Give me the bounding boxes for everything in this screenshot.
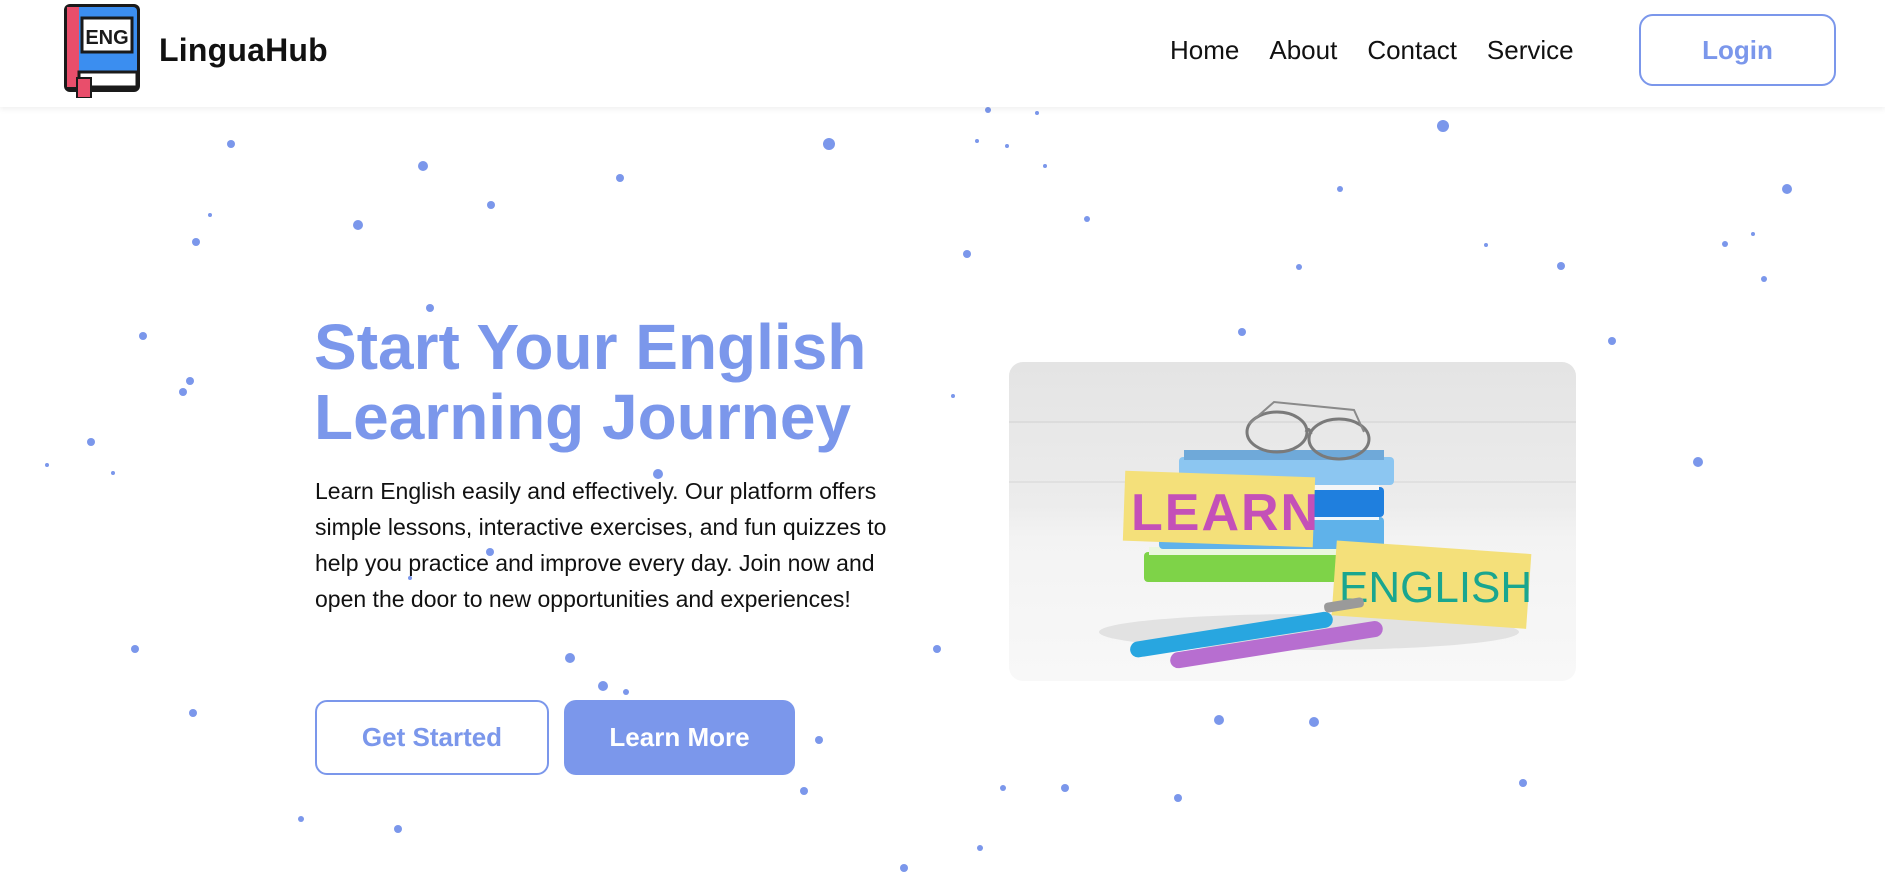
particle-dot bbox=[298, 816, 304, 822]
particle-dot bbox=[131, 645, 139, 653]
particle-dot bbox=[985, 107, 991, 113]
particle-dot bbox=[1437, 120, 1449, 132]
particle-dot bbox=[189, 709, 197, 717]
particle-dot bbox=[1043, 164, 1047, 168]
particle-dot bbox=[963, 250, 971, 258]
particle-dot bbox=[179, 388, 187, 396]
particle-dot bbox=[208, 213, 212, 217]
english-sign-text: ENGLISH bbox=[1339, 563, 1532, 612]
particle-dot bbox=[227, 140, 235, 148]
learn-more-button[interactable]: Learn More bbox=[564, 700, 795, 775]
learn-sign-text: LEARN bbox=[1131, 484, 1320, 542]
particle-dot bbox=[1608, 337, 1616, 345]
hero-description-line: open the door to new opportunities and e… bbox=[315, 586, 851, 612]
particle-dot bbox=[977, 845, 983, 851]
particle-dot bbox=[1296, 264, 1302, 270]
particle-dot bbox=[1238, 328, 1246, 336]
particle-dot bbox=[1084, 216, 1090, 222]
particle-dot bbox=[1174, 794, 1182, 802]
particle-dot bbox=[975, 139, 979, 143]
hero-title-line-1: Start Your English bbox=[314, 311, 867, 383]
particle-dot bbox=[87, 438, 95, 446]
particle-dot bbox=[1782, 184, 1792, 194]
particle-dot bbox=[1761, 276, 1767, 282]
particle-dot bbox=[1484, 243, 1488, 247]
brand-name[interactable]: LinguaHub bbox=[159, 32, 328, 69]
nav-about[interactable]: About bbox=[1269, 34, 1337, 66]
particle-dot bbox=[186, 377, 194, 385]
books-learn-english-image: LEARN ENGLISH bbox=[1009, 400, 1576, 669]
particle-dot bbox=[800, 787, 808, 795]
particle-dot bbox=[487, 201, 495, 209]
particle-dot bbox=[933, 645, 941, 653]
particle-dot bbox=[1309, 717, 1319, 727]
particle-dot bbox=[1214, 715, 1224, 725]
hero-title: Start Your English Learning Journey bbox=[314, 312, 954, 452]
hero-description-line: Learn English easily and effectively. Ou… bbox=[315, 478, 877, 504]
site-header: ENG LinguaHub Home About Contact Service… bbox=[0, 0, 1885, 107]
particle-dot bbox=[1061, 784, 1069, 792]
particle-dot bbox=[616, 174, 624, 182]
particle-dot bbox=[1519, 779, 1527, 787]
hero-description-line: simple lessons, interactive exercises, a… bbox=[315, 514, 887, 540]
particle-dot bbox=[598, 681, 608, 691]
particle-dot bbox=[815, 736, 823, 744]
particle-dot bbox=[1751, 232, 1755, 236]
nav-service[interactable]: Service bbox=[1487, 34, 1574, 66]
particle-dot bbox=[565, 653, 575, 663]
particle-dot bbox=[900, 864, 908, 872]
main-nav: Home About Contact Service bbox=[1170, 34, 1604, 66]
particle-dot bbox=[1693, 457, 1703, 467]
particle-dot bbox=[1722, 241, 1728, 247]
particle-dot bbox=[1035, 111, 1039, 115]
logo-text: ENG bbox=[85, 27, 128, 49]
hero-title-line-2: Learning Journey bbox=[314, 381, 851, 453]
book-logo-icon[interactable]: ENG bbox=[62, 2, 142, 98]
particle-dot bbox=[111, 471, 115, 475]
particle-dot bbox=[192, 238, 200, 246]
nav-home[interactable]: Home bbox=[1170, 34, 1239, 66]
particle-dot bbox=[1557, 262, 1565, 270]
login-button[interactable]: Login bbox=[1639, 14, 1836, 86]
particle-dot bbox=[418, 161, 428, 171]
particle-dot bbox=[623, 689, 629, 695]
particle-dot bbox=[1337, 186, 1343, 192]
particle-dot bbox=[823, 138, 835, 150]
particle-dot bbox=[139, 332, 147, 340]
particle-dot bbox=[45, 463, 49, 467]
get-started-button[interactable]: Get Started bbox=[315, 700, 549, 775]
hero-image: LEARN ENGLISH bbox=[1009, 362, 1576, 681]
particle-dot bbox=[353, 220, 363, 230]
hero-description-line: help you practice and improve every day.… bbox=[315, 550, 875, 576]
hero-description: Learn English easily and effectively. Ou… bbox=[315, 473, 955, 617]
particle-dot bbox=[1005, 144, 1009, 148]
particle-dot bbox=[394, 825, 402, 833]
nav-contact[interactable]: Contact bbox=[1367, 34, 1457, 66]
particle-dot bbox=[1000, 785, 1006, 791]
